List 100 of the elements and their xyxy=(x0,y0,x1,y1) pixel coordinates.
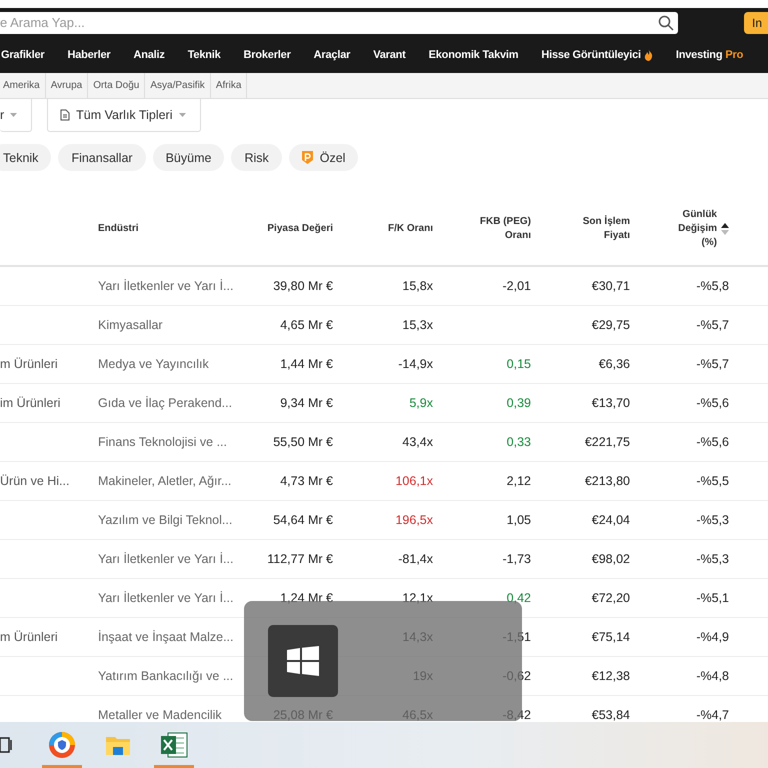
table-cell: 5,9x xyxy=(409,396,433,410)
table-cell: Ürün ve Hi... xyxy=(0,474,70,488)
region-tab[interactable]: Afrika xyxy=(210,73,248,98)
column-header[interactable]: Endüstri xyxy=(98,222,139,236)
caret-icon xyxy=(10,113,18,117)
filter-dropdown[interactable]: r xyxy=(0,99,32,132)
table-cell: m Ürünleri xyxy=(0,630,58,644)
filter-pill[interactable]: Özel xyxy=(288,144,358,171)
table-cell: 9,34 Mr € xyxy=(280,396,333,410)
search-field[interactable]: e Arama Yap... xyxy=(0,12,678,34)
folder-icon[interactable] xyxy=(105,734,131,756)
table-cell: 4,65 Mr € xyxy=(280,318,333,332)
table-cell: 0,15 xyxy=(506,357,531,371)
table-cell: 12,1x xyxy=(402,591,433,605)
search-icon[interactable] xyxy=(658,14,674,30)
table-cell: 0,39 xyxy=(506,396,531,410)
table-cell: Yazılım ve Bilgi Teknol... xyxy=(98,513,232,527)
table-cell: -1,73 xyxy=(502,552,531,566)
table-cell: €98,02 xyxy=(592,552,630,566)
filter-pill[interactable]: Risk xyxy=(231,144,282,171)
column-header[interactable]: F/K Oranı xyxy=(388,222,433,236)
table-cell: Yarı İletkenler ve Yarı İ... xyxy=(98,279,234,293)
table-cell: €75,14 xyxy=(592,630,630,644)
filter-pill[interactable]: Finansallar xyxy=(58,144,146,171)
table-cell: Finans Teknolojisi ve ... xyxy=(98,435,227,449)
nav-link[interactable]: Brokerler xyxy=(244,49,291,61)
table-cell: -%5,6 xyxy=(696,435,729,449)
windows-icon xyxy=(287,646,319,676)
table-cell: €72,20 xyxy=(592,591,630,605)
nav-link[interactable]: Hisse Görüntüleyici xyxy=(541,49,641,61)
table-cell: -%4,7 xyxy=(696,708,729,722)
table-cell: -%5,3 xyxy=(696,513,729,527)
table-cell: 1,05 xyxy=(506,513,531,527)
column-header[interactable]: FKB (PEG) Oranı xyxy=(471,215,531,243)
table-cell: im Ürünleri xyxy=(0,396,60,410)
table-cell: €213,80 xyxy=(584,474,630,488)
table-cell: Yarı İletkenler ve Yarı İ... xyxy=(98,591,234,605)
table-cell: Yarı İletkenler ve Yarı İ... xyxy=(98,552,234,566)
pro-icon xyxy=(302,151,313,164)
nav-link[interactable]: Varant xyxy=(373,49,406,61)
filter-pill[interactable]: Büyüme xyxy=(152,144,224,171)
nav-link[interactable]: Ekonomik Takvim xyxy=(428,49,518,61)
table-cell: -%5,8 xyxy=(696,279,729,293)
table-cell: 55,50 Mr € xyxy=(273,435,333,449)
sort-icon[interactable] xyxy=(721,223,729,235)
table-cell: -%5,1 xyxy=(696,591,729,605)
filter-pill[interactable]: Teknik xyxy=(0,144,52,171)
table-cell: 15,8x xyxy=(402,279,433,293)
table-cell: -%4,9 xyxy=(696,630,729,644)
table-cell: €12,38 xyxy=(592,669,630,683)
flame-icon xyxy=(644,49,653,61)
header-button[interactable]: In xyxy=(744,12,768,34)
nav-link[interactable]: Teknik xyxy=(188,49,221,61)
table-cell: İnşaat ve İnşaat Malze... xyxy=(98,630,234,644)
table-cell: 106,1x xyxy=(395,474,433,488)
table-cell: Medya ve Yayıncılık xyxy=(98,357,209,371)
table-cell: Yatırım Bankacılığı ve ... xyxy=(98,669,234,683)
table-cell: -%5,6 xyxy=(696,396,729,410)
table-cell: €30,71 xyxy=(592,279,630,293)
nav-link[interactable]: Investing Pro xyxy=(676,49,744,61)
column-header[interactable]: Piyasa Değeri xyxy=(267,222,333,236)
table-cell: m Ürünleri xyxy=(0,357,58,371)
browser-icon[interactable] xyxy=(48,731,76,759)
table-cell: -%5,7 xyxy=(696,318,729,332)
region-tab[interactable]: Avrupa xyxy=(46,73,88,98)
nav-link[interactable]: Analiz xyxy=(134,49,165,61)
nav-link[interactable]: Araçlar xyxy=(314,49,350,61)
column-header[interactable]: Günlük Değişim (%) xyxy=(665,208,717,250)
table-cell: 2,12 xyxy=(506,474,531,488)
table-cell: 1,24 Mr € xyxy=(280,591,333,605)
document-icon xyxy=(60,109,70,121)
table-cell: 0,33 xyxy=(506,435,531,449)
filter-dropdown[interactable]: Tüm Varlık Tipleri xyxy=(47,99,200,132)
table-cell: €24,04 xyxy=(592,513,630,527)
table-cell: -%5,5 xyxy=(696,474,729,488)
region-tab[interactable]: Amerika xyxy=(0,73,46,98)
nav-link[interactable]: Haberler xyxy=(67,49,110,61)
table-cell: Metaller ve Madencilik xyxy=(98,708,222,722)
table-cell: 54,64 Mr € xyxy=(273,513,333,527)
table-cell: 39,80 Mr € xyxy=(273,279,333,293)
task-view-icon[interactable] xyxy=(0,737,14,753)
table-cell: -81,4x xyxy=(398,552,433,566)
table-cell: 1,44 Mr € xyxy=(280,357,333,371)
table-cell: 43,4x xyxy=(402,435,433,449)
table-cell: 0,42 xyxy=(506,591,531,605)
region-tab[interactable]: Orta Doğu xyxy=(88,73,146,98)
table-cell: €221,75 xyxy=(584,435,630,449)
column-header[interactable]: Son İşlem Fiyatı xyxy=(570,215,630,243)
table-cell: 15,3x xyxy=(402,318,433,332)
nav-link[interactable]: Grafikler xyxy=(1,49,44,61)
spreadsheet-icon[interactable] xyxy=(160,732,188,758)
table-cell: -14,9x xyxy=(398,357,433,371)
table-cell: -%4,8 xyxy=(696,669,729,683)
table-cell: €53,84 xyxy=(592,708,630,722)
table-cell: 4,73 Mr € xyxy=(280,474,333,488)
table-cell: -%5,7 xyxy=(696,357,729,371)
table-cell: -%5,3 xyxy=(696,552,729,566)
table-cell: 196,5x xyxy=(395,513,433,527)
region-tab[interactable]: Asya/Pasifik xyxy=(145,73,211,98)
table-cell: €29,75 xyxy=(592,318,630,332)
